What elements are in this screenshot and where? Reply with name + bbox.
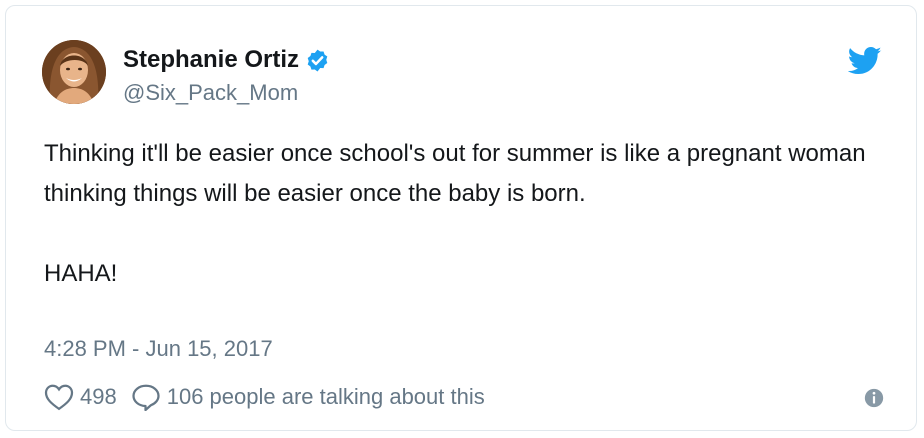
tweet-timestamp[interactable]: 4:28 PM - Jun 15, 2017: [44, 336, 273, 362]
user-handle[interactable]: @Six_Pack_Mom: [123, 80, 298, 106]
display-name-row[interactable]: Stephanie Ortiz: [123, 46, 330, 74]
reply-button[interactable]: 106 people are talking about this: [131, 383, 485, 411]
speech-bubble-icon: [132, 384, 160, 411]
like-button[interactable]: 498: [44, 383, 131, 411]
avatar[interactable]: [42, 40, 106, 104]
display-name[interactable]: Stephanie Ortiz: [123, 46, 299, 74]
tweet-actions: 498 106 people are talking about this: [44, 383, 485, 411]
verified-badge-icon: [307, 49, 328, 71]
like-count: 498: [80, 384, 117, 409]
twitter-bird-icon[interactable]: [848, 46, 882, 76]
embedded-tweet-card: Stephanie Ortiz @Six_Pack_Mom Thinking i…: [5, 5, 917, 431]
tweet-text: Thinking it'll be easier once school's o…: [44, 140, 866, 287]
talking-about-text[interactable]: 106 people are talking about this: [167, 384, 485, 410]
info-icon[interactable]: [863, 387, 885, 409]
heart-icon: [44, 384, 74, 411]
avatar-image: [42, 40, 106, 104]
